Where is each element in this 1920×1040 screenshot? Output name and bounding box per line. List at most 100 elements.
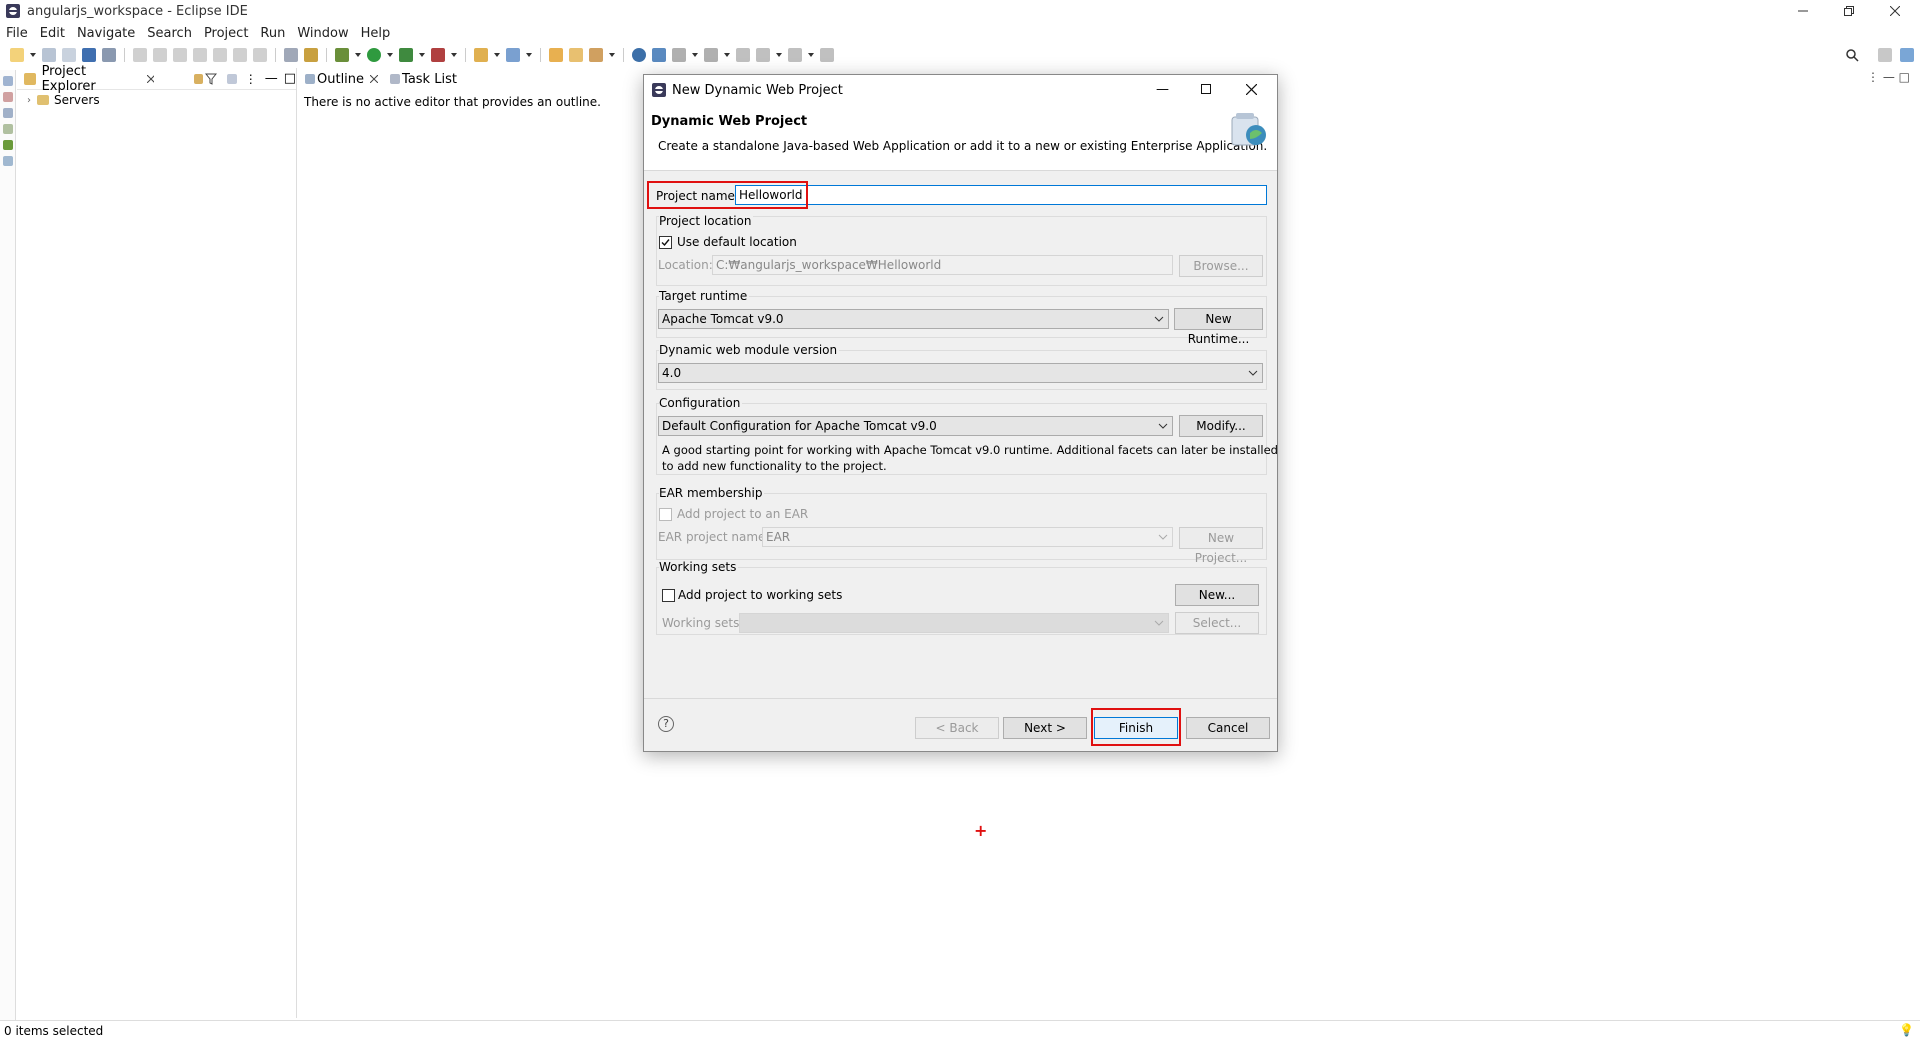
web-browser-icon[interactable] xyxy=(632,48,646,62)
use-default-location-checkbox[interactable] xyxy=(659,236,672,249)
working-sets-select[interactable] xyxy=(739,613,1169,633)
save-icon[interactable] xyxy=(42,48,56,62)
new-working-set-button[interactable]: New... xyxy=(1175,584,1259,606)
suspend-icon[interactable] xyxy=(153,48,167,62)
view-menu-icon[interactable]: ⋮ xyxy=(245,72,257,86)
dialog-maximize-icon[interactable] xyxy=(1201,84,1211,94)
window-title: angularjs_workspace - Eclipse IDE xyxy=(27,3,248,19)
terminate-icon[interactable] xyxy=(173,48,187,62)
next-annotation-icon[interactable] xyxy=(672,48,686,62)
next-button[interactable]: Next > xyxy=(1003,717,1087,739)
project-explorer-view: Project Explorer ⋮ — □ › Servers xyxy=(17,64,297,1018)
collapse-all-icon[interactable] xyxy=(176,72,190,86)
menu-file[interactable]: File xyxy=(6,26,28,41)
menu-help[interactable]: Help xyxy=(361,26,391,41)
trim-icon[interactable] xyxy=(3,108,13,118)
filter-icon[interactable] xyxy=(205,73,218,85)
new-icon[interactable] xyxy=(10,48,24,62)
back-button[interactable]: < Back xyxy=(915,717,999,739)
new-class-icon[interactable] xyxy=(506,48,520,62)
minimize-window-button[interactable] xyxy=(1780,0,1826,22)
new-runtime-button[interactable]: New Runtime... xyxy=(1174,308,1263,346)
external-tools-icon[interactable] xyxy=(431,48,445,62)
minimize-view-icon[interactable]: — xyxy=(265,71,278,86)
add-to-ear-checkbox[interactable] xyxy=(659,508,672,521)
view-controls[interactable]: ⋮ — □ xyxy=(1867,70,1910,84)
search-icon[interactable] xyxy=(1845,48,1859,62)
terminal-icon[interactable] xyxy=(82,48,96,62)
help-icon[interactable]: ? xyxy=(658,716,674,732)
search-tool-icon[interactable] xyxy=(589,48,603,62)
dialog-close-icon[interactable] xyxy=(1246,84,1257,95)
step-return-icon[interactable] xyxy=(253,48,267,62)
resume-icon[interactable] xyxy=(133,48,147,62)
menu-window[interactable]: Window xyxy=(297,26,348,41)
step-over-icon[interactable] xyxy=(233,48,247,62)
tip-icon[interactable]: 💡 xyxy=(1899,1023,1914,1037)
tree-item-servers[interactable]: › Servers xyxy=(17,90,296,107)
coverage-icon[interactable] xyxy=(399,48,413,62)
task-list-tab-label[interactable]: Task List xyxy=(402,72,457,87)
highlight-box xyxy=(647,181,808,209)
forward-icon[interactable] xyxy=(788,48,802,62)
new-ear-project-button[interactable]: New Project... xyxy=(1179,527,1263,565)
project-explorer-tab[interactable]: Project Explorer ⋮ — □ xyxy=(17,64,296,94)
open-perspective-icon[interactable] xyxy=(1878,48,1892,62)
location-input[interactable]: C:₩angularjs_workspace₩Helloworld xyxy=(712,255,1173,275)
close-tab-icon[interactable] xyxy=(146,74,155,83)
sync-icon[interactable] xyxy=(227,73,237,84)
module-version-value: 4.0 xyxy=(662,366,682,380)
target-runtime-select[interactable]: Apache Tomcat v9.0 xyxy=(658,309,1169,329)
menu-project[interactable]: Project xyxy=(204,26,248,41)
trim-icon[interactable] xyxy=(3,124,13,134)
expand-chevron-icon[interactable]: › xyxy=(27,95,31,106)
cancel-button[interactable]: Cancel xyxy=(1186,717,1270,739)
select-working-sets-button[interactable]: Select... xyxy=(1175,612,1259,634)
ear-project-name-label: EAR project name: xyxy=(658,530,770,544)
browse-button[interactable]: Browse... xyxy=(1179,255,1263,277)
last-edit-icon[interactable] xyxy=(736,48,750,62)
trim-icon[interactable] xyxy=(3,140,13,150)
menu-navigate[interactable]: Navigate xyxy=(77,26,135,41)
disconnect-icon[interactable] xyxy=(193,48,207,62)
open-folder-icon[interactable] xyxy=(549,48,563,62)
build-icon[interactable] xyxy=(304,48,318,62)
link-editor-icon[interactable] xyxy=(193,73,204,84)
skip-breakpoints-icon[interactable] xyxy=(102,48,116,62)
tree-item-label: Servers xyxy=(54,93,100,107)
outline-tab-label[interactable]: Outline xyxy=(317,72,364,87)
step-into-icon[interactable] xyxy=(213,48,227,62)
menu-edit[interactable]: Edit xyxy=(40,26,65,41)
run-icon[interactable] xyxy=(367,48,381,62)
add-to-working-sets-checkbox[interactable] xyxy=(662,589,675,602)
modify-button[interactable]: Modify... xyxy=(1179,415,1263,437)
close-window-button[interactable] xyxy=(1872,0,1918,22)
menu-search[interactable]: Search xyxy=(147,26,192,41)
configuration-value: Default Configuration for Apache Tomcat … xyxy=(662,419,937,433)
debug-icon[interactable] xyxy=(335,48,349,62)
maximize-view-icon[interactable]: □ xyxy=(284,71,296,86)
trim-icon[interactable] xyxy=(3,92,13,102)
new-java-project-icon[interactable] xyxy=(474,48,488,62)
restore-window-button[interactable] xyxy=(1826,0,1872,22)
save-all-icon[interactable] xyxy=(62,48,76,62)
open-type-icon[interactable] xyxy=(284,48,298,62)
project-name-input[interactable]: Helloworld xyxy=(735,185,1267,205)
chevron-down-icon xyxy=(1158,423,1168,429)
configuration-description-line2: to add new functionality to the project. xyxy=(662,459,887,473)
open-file-icon[interactable] xyxy=(569,48,583,62)
java-ee-perspective-icon[interactable] xyxy=(1900,48,1914,62)
module-version-select[interactable]: 4.0 xyxy=(658,363,1263,383)
prev-annotation-icon[interactable] xyxy=(704,48,718,62)
back-icon[interactable] xyxy=(756,48,770,62)
ear-project-select[interactable]: EAR xyxy=(762,527,1173,547)
working-sets-group-label: Working sets xyxy=(659,560,739,574)
configuration-select[interactable]: Default Configuration for Apache Tomcat … xyxy=(658,416,1173,436)
trim-icon[interactable] xyxy=(3,76,13,86)
close-tab-icon[interactable] xyxy=(370,75,379,83)
pin-editor-icon[interactable] xyxy=(820,48,834,62)
trim-icon[interactable] xyxy=(3,156,13,166)
deploy-icon[interactable] xyxy=(652,48,666,62)
dialog-minimize-button[interactable]: — xyxy=(1156,82,1169,97)
menu-run[interactable]: Run xyxy=(260,26,285,41)
